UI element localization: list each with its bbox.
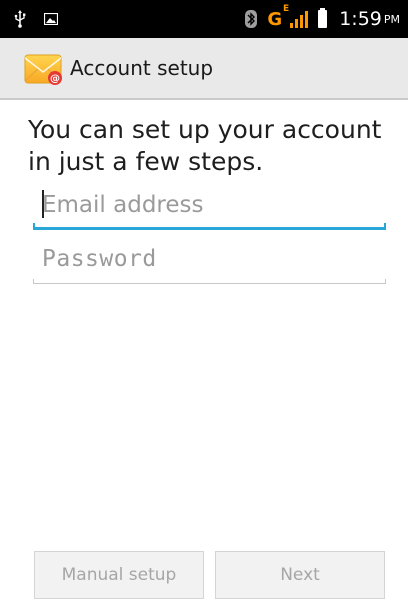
svg-text:@: @ — [50, 74, 60, 85]
email-input[interactable] — [33, 186, 386, 230]
email-field[interactable] — [33, 186, 386, 230]
password-field-underline — [33, 279, 386, 284]
text-cursor — [42, 190, 44, 218]
signal-strength-icon — [290, 10, 309, 28]
image-notification-icon — [44, 13, 58, 25]
email-field-underline — [33, 223, 386, 230]
status-bar: G E 1:59 PM — [0, 0, 408, 38]
email-app-icon[interactable]: @ — [24, 49, 62, 87]
next-button[interactable]: Next — [215, 551, 385, 599]
status-left — [14, 10, 58, 28]
clock-time: 1:59 — [339, 8, 382, 30]
manual-setup-button[interactable]: Manual setup — [34, 551, 204, 599]
password-input[interactable] — [33, 240, 386, 284]
action-bar: @ Account setup — [0, 38, 408, 100]
network-subtype: E — [283, 3, 290, 14]
password-field[interactable] — [33, 240, 386, 284]
battery-icon — [318, 8, 328, 28]
clock-ampm: PM — [383, 12, 400, 26]
status-right: G E 1:59 PM — [245, 3, 400, 30]
page-title: Account setup — [70, 56, 214, 80]
network-type: G E — [267, 3, 290, 30]
usb-icon — [14, 10, 26, 28]
setup-instructions: You can set up your account in just a fe… — [28, 115, 382, 176]
bluetooth-icon — [245, 10, 258, 28]
